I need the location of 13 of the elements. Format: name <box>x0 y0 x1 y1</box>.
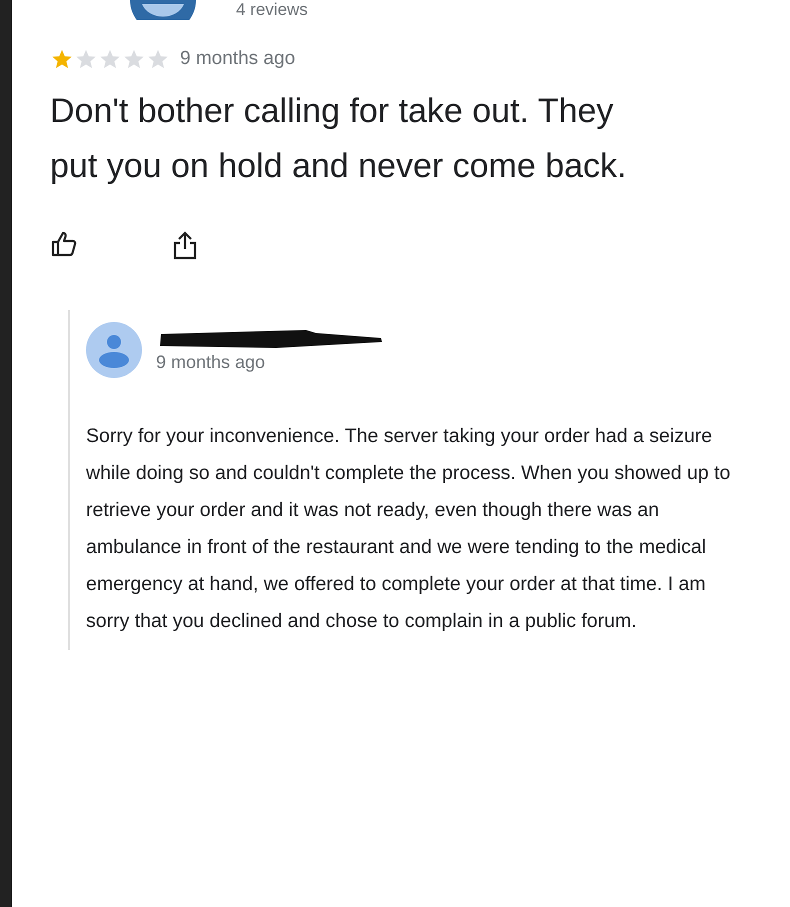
review-text: Don't bother calling for take out. They put you on hold and never come back. <box>50 91 628 187</box>
star-icon <box>98 48 122 70</box>
review-count: 4 reviews <box>236 0 308 20</box>
review-time: 9 months ago <box>180 48 296 70</box>
avatar-icon <box>128 0 198 20</box>
star-icon <box>74 48 98 70</box>
star-icon <box>122 48 146 70</box>
response-text: Sorry for your inconvenience. The server taking your order had a seizure while doing so and couldn't complete the process. When you showed up to retrieve your order and it was not ready, even though there was an ambulance in front of the restaurant and we were tending to the medical emergency at hand, we offered to complete your order at that time. I am sorry that you declined and chose to complain in a public forum. <box>86 424 731 634</box>
avatar-icon <box>86 322 142 378</box>
share-icon[interactable] <box>172 230 198 260</box>
response-time: 9 months ago <box>156 352 266 372</box>
star-icon <box>50 48 74 70</box>
star-icon <box>146 48 170 70</box>
